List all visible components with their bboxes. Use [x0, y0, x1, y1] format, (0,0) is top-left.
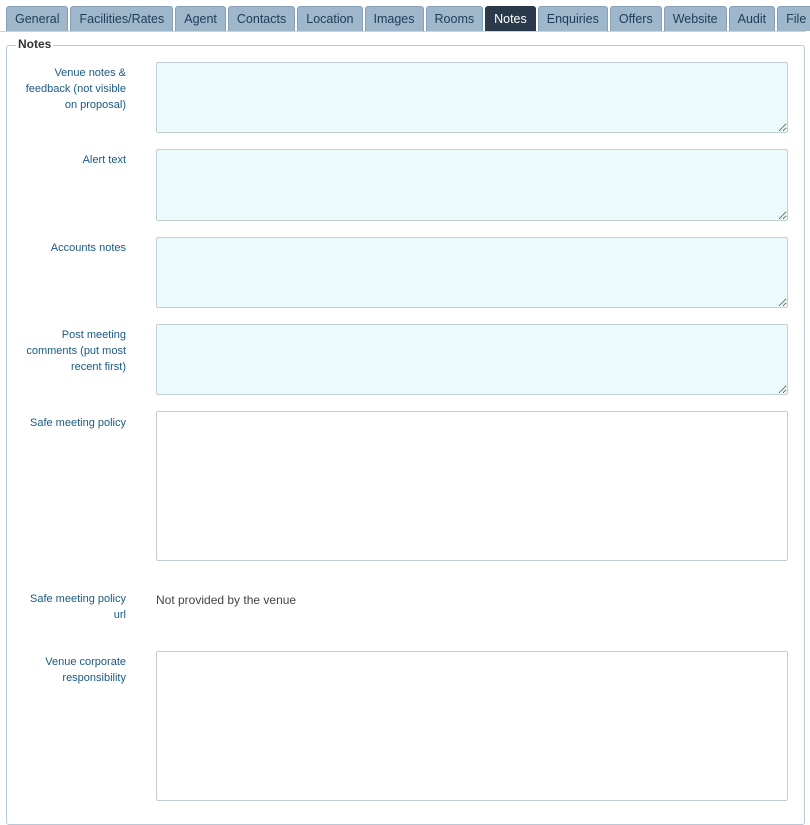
tab-bar-divider [0, 31, 806, 32]
tab-rooms[interactable]: Rooms [425, 6, 484, 31]
safe-meeting-policy-textarea [156, 411, 788, 561]
corporate-responsibility-textarea [156, 651, 788, 801]
post-meeting-comments-textarea[interactable] [156, 324, 788, 395]
corporate-responsibility-label: Venue corporate responsibility [45, 656, 126, 684]
accounts-notes-textarea[interactable] [156, 237, 788, 308]
alert-text-textarea[interactable] [156, 149, 788, 221]
tab-location[interactable]: Location [297, 6, 363, 31]
tab-bar: General Facilities/Rates Agent Contacts … [6, 6, 810, 32]
tab-offers[interactable]: Offers [609, 6, 662, 31]
section-legend: Notes [16, 37, 54, 51]
accounts-notes-label: Accounts notes [50, 242, 126, 254]
venue-notes-label: Venue notes & feedback (not visible on p… [25, 67, 126, 111]
safe-meeting-policy-label: Safe meeting policy [30, 417, 126, 429]
safe-meeting-policy-url-label: Safe meeting policy url [30, 593, 126, 621]
tab-enquiries[interactable]: Enquiries [537, 6, 608, 31]
tab-images[interactable]: Images [364, 6, 424, 31]
tab-notes[interactable]: Notes [485, 6, 536, 31]
tab-audit[interactable]: Audit [728, 6, 776, 31]
tab-contacts[interactable]: Contacts [227, 6, 296, 31]
tab-facilities-rates[interactable]: Facilities/Rates [70, 6, 174, 31]
tab-agent[interactable]: Agent [175, 6, 226, 31]
alert-text-label: Alert text [82, 154, 126, 166]
tab-file-bank[interactable]: File Bank [777, 6, 810, 31]
tab-website[interactable]: Website [663, 6, 727, 31]
safe-meeting-policy-url-value: Not provided by the venue [156, 593, 297, 607]
venue-notes-textarea[interactable] [156, 62, 788, 133]
post-meeting-comments-label: Post meeting comments (put most recent f… [26, 329, 126, 373]
tab-general[interactable]: General [6, 6, 69, 31]
